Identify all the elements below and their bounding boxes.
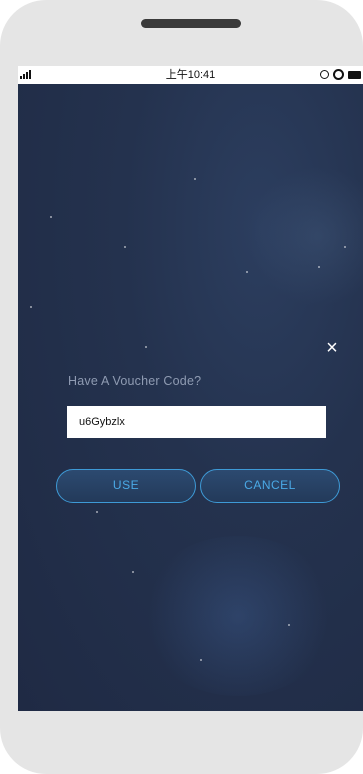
background-star [30,306,32,308]
use-button[interactable]: USE [56,469,196,503]
background-star [344,246,346,248]
speaker-grille [141,19,241,28]
status-icons [320,69,361,80]
cancel-button[interactable]: CANCEL [200,469,340,503]
background-star [200,659,202,661]
alarm-icon [333,69,344,80]
close-icon[interactable]: × [323,338,341,358]
background-star [288,624,290,626]
background-star [124,246,126,248]
orientation-lock-icon [320,70,329,79]
background-glow [138,536,338,696]
voucher-title: Have A Voucher Code? [68,374,202,388]
status-bar: 上午10:41 [18,66,363,84]
device-frame: 上午10:41 × Have A Voucher Code? USE CANCE… [0,0,363,774]
background-star [96,511,98,513]
voucher-code-input[interactable] [67,406,326,438]
background-star [194,178,196,180]
battery-icon [348,70,361,79]
background-star [318,266,320,268]
background-star [145,346,147,348]
background-glow [248,166,363,306]
background-star [246,271,248,273]
background-star [50,216,52,218]
background-star [132,571,134,573]
app-screen: 上午10:41 × Have A Voucher Code? USE CANCE… [18,66,363,711]
status-time: 上午10:41 [165,69,216,81]
